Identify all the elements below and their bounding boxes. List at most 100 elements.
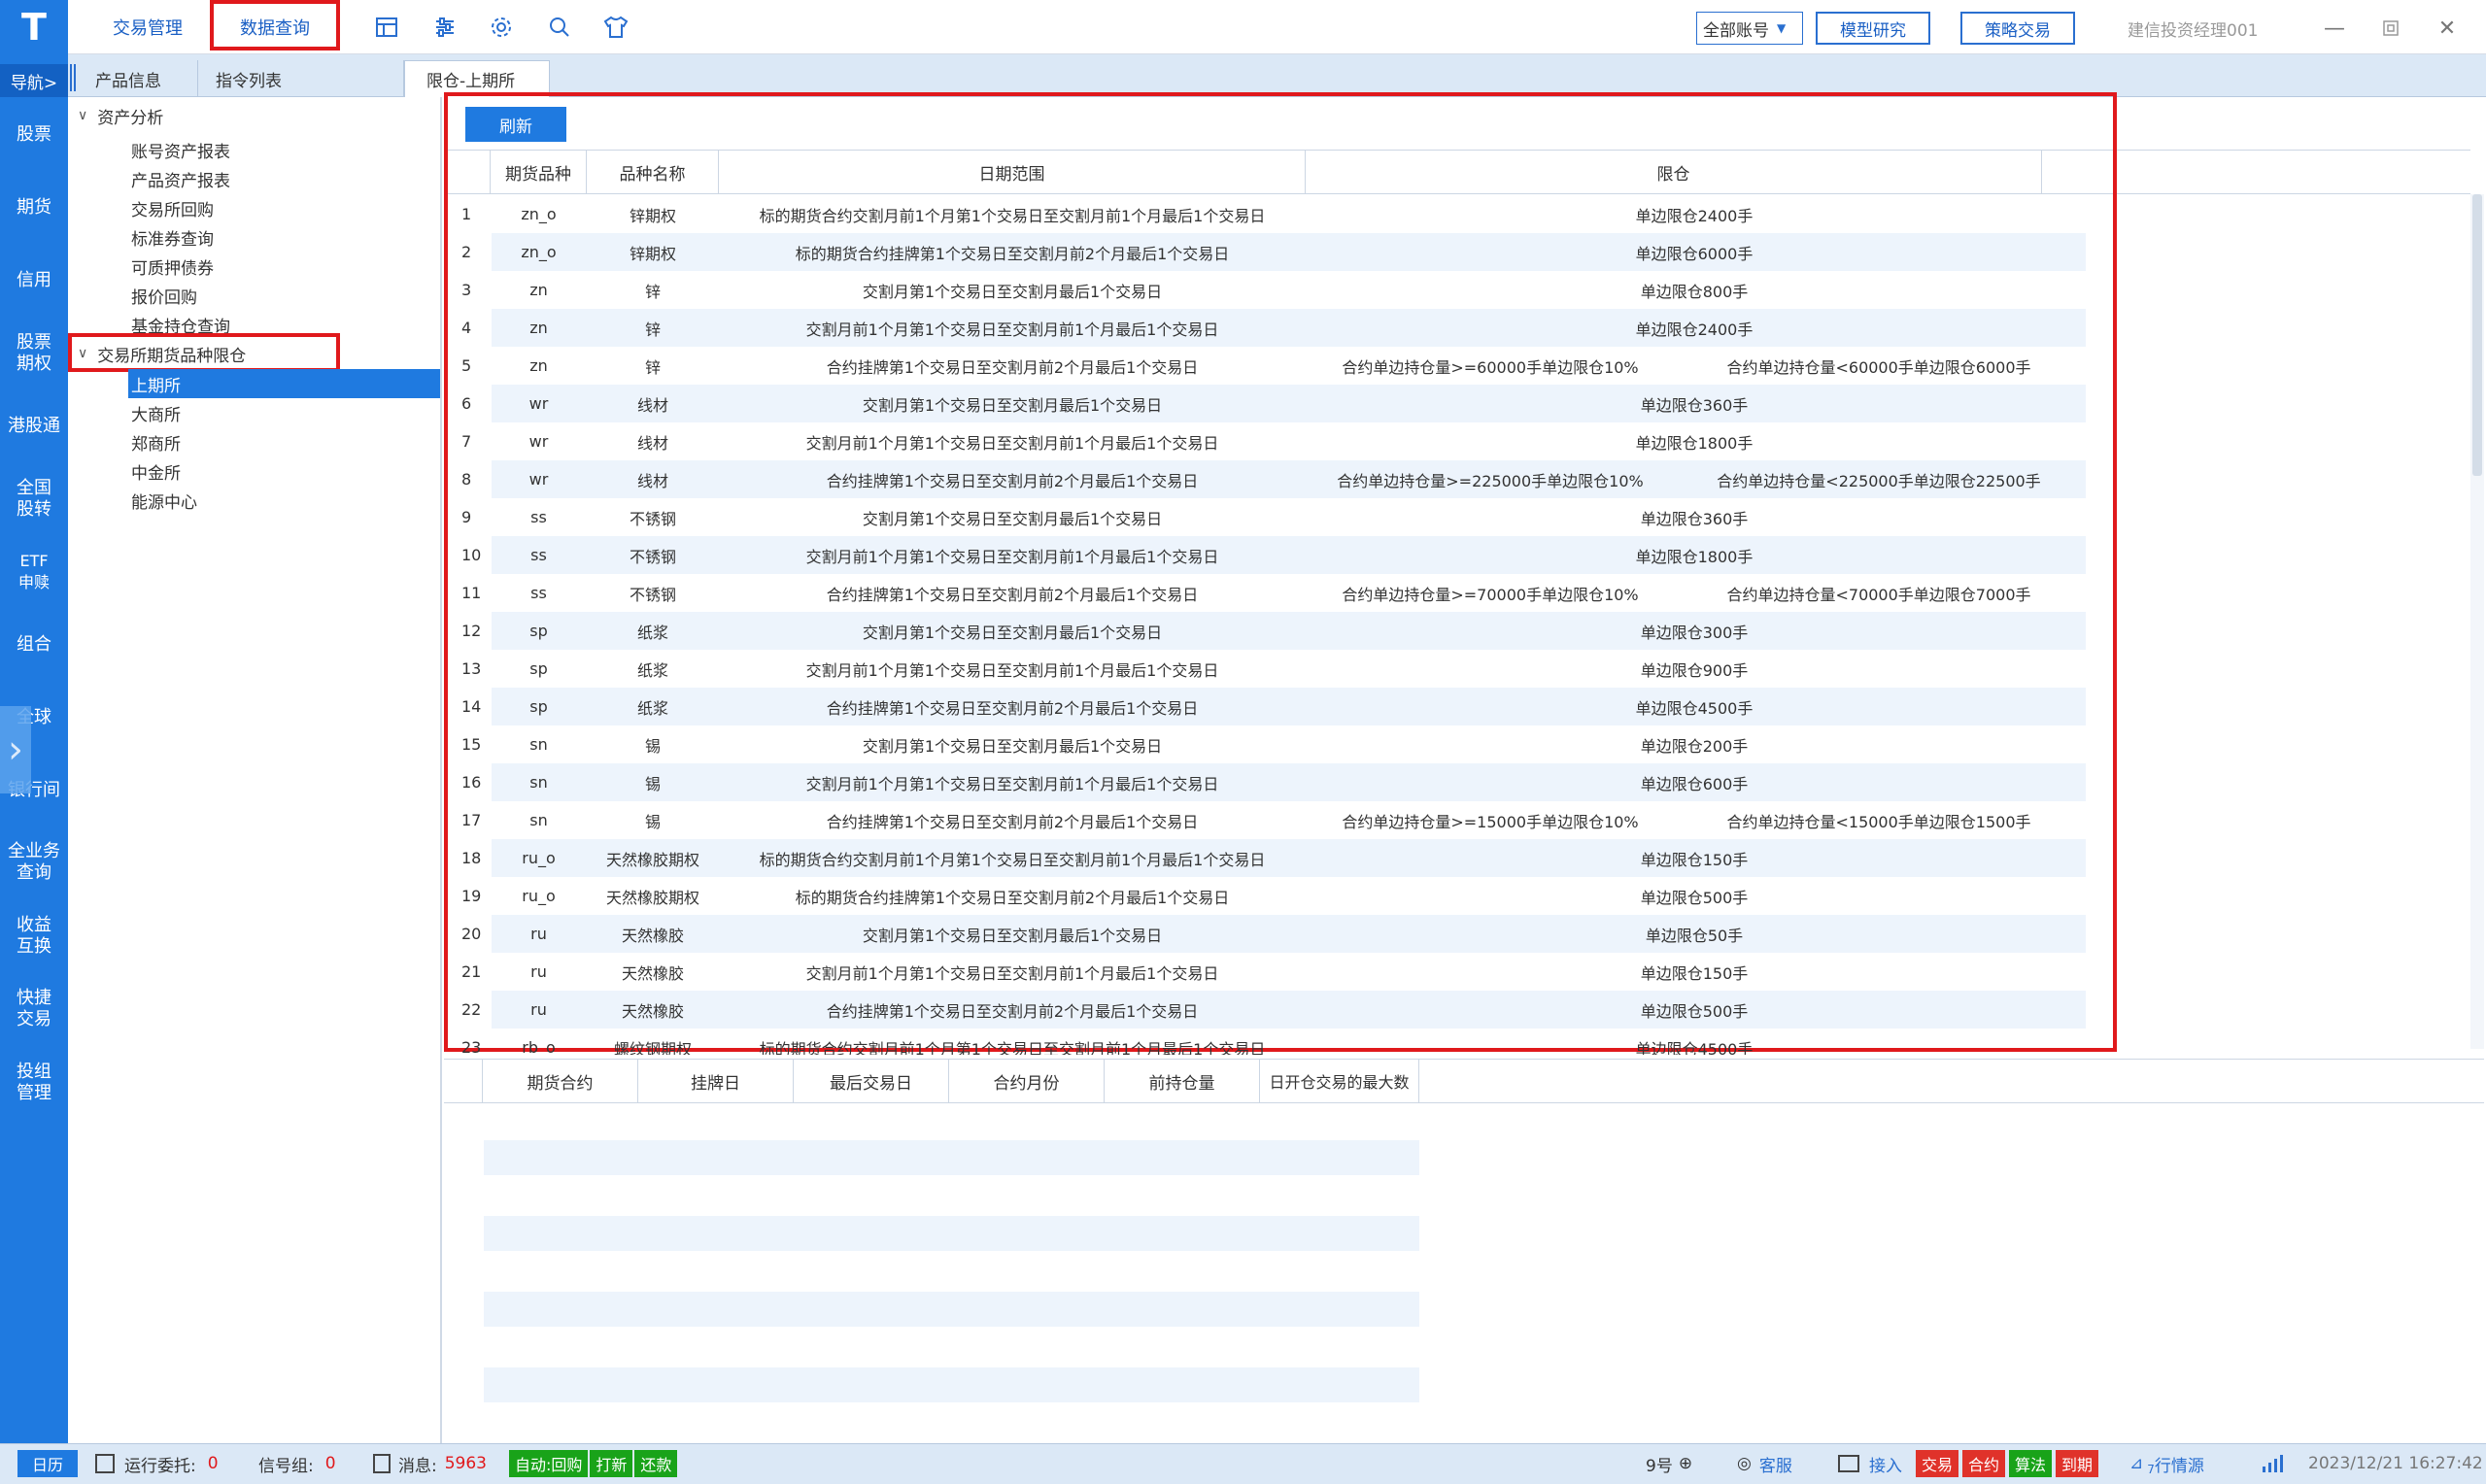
tab-product-info[interactable]: 产品信息 xyxy=(74,60,198,97)
table-row[interactable]: 9 ss 不锈钢 交割月第1个交易日至交割月最后1个交易日 单边限仓360手 xyxy=(448,498,2119,536)
tree-item[interactable]: 郑商所 xyxy=(131,427,181,456)
table-row[interactable]: 5 zn 锌合约挂牌第1个交易日至交割月前2个月最后1个交易日 合约单边持仓量>=60… xyxy=(448,347,2119,385)
bottom-header-rownum xyxy=(444,1059,483,1103)
messages[interactable]: 消息: 5963 xyxy=(373,1443,487,1484)
layout-icon[interactable] xyxy=(371,12,402,43)
limit-cell: 单边限仓4500手 xyxy=(1635,698,1754,718)
nav-item-portfolio-mgmt[interactable]: 投组 管理 xyxy=(0,1062,68,1104)
tab-trade-management[interactable]: 交易管理 xyxy=(89,0,206,54)
scrollbar-thumb[interactable] xyxy=(2472,194,2482,476)
strategy-trade-button[interactable]: 策略交易 xyxy=(1960,12,2075,45)
nav-item-credit[interactable]: 信用 xyxy=(0,270,68,291)
running-orders[interactable]: 运行委托: 0 xyxy=(95,1443,219,1484)
bottom-header-contract[interactable]: 期货合约 xyxy=(483,1059,638,1103)
tree-item[interactable]: 报价回购 xyxy=(131,281,197,310)
table-row[interactable]: 19 ru_o 天然橡胶期权 标的期货合约挂牌第1个交易日至交割月前2个月最后1个交易… xyxy=(448,877,2119,915)
minimize-icon[interactable]: — xyxy=(2320,14,2349,43)
bottom-header-list-date[interactable]: 挂牌日 xyxy=(638,1059,794,1103)
bottom-header-contract-month[interactable]: 合约月份 xyxy=(949,1059,1105,1103)
calendar-button[interactable]: 日历 xyxy=(17,1450,78,1477)
zoom-control[interactable]: 9号 ⊕ xyxy=(1646,1443,1692,1484)
sliders-icon[interactable] xyxy=(429,12,460,43)
gear-icon[interactable] xyxy=(486,12,517,43)
search-icon[interactable] xyxy=(544,12,575,43)
code-cell: sp xyxy=(529,659,548,678)
algo-tag[interactable]: 算法 xyxy=(2009,1450,2053,1477)
nav-item-all-query[interactable]: 全业务 查询 xyxy=(0,841,68,884)
tree-group-asset-analysis[interactable]: ∨ 资产分析 xyxy=(78,101,163,130)
tree-item[interactable]: 标准券查询 xyxy=(131,222,214,252)
date-range-cell: 交割月前1个月第1个交易日至交割月前1个月最后1个交易日 xyxy=(805,547,1219,566)
tree-item[interactable]: 能源中心 xyxy=(131,486,197,515)
nav-item-etf[interactable]: ETF 申赎 xyxy=(0,551,68,593)
table-row[interactable]: 3 zn 锌交割月第1个交易日至交割月最后1个交易日 单边限仓800手 xyxy=(448,271,2119,309)
account-select[interactable]: 全部账号 ▼ xyxy=(1696,12,1803,45)
nav-item-portfolio[interactable]: 组合 xyxy=(0,634,68,656)
table-row[interactable]: 13 sp 纸浆 交割月前1个月第1个交易日至交割月前1个月最后1个交易日 单边限仓90… xyxy=(448,650,2119,688)
limit-cell: 单边限仓6000手 xyxy=(1635,244,1754,263)
code-cell: zn xyxy=(529,356,548,375)
name-cell: 不锈钢 xyxy=(629,509,676,528)
table-row[interactable]: 4 zn 锌交割月前1个月第1个交易日至交割月前1个月最后1个交易日 单边限仓2400… xyxy=(448,309,2119,347)
message-count: 5963 xyxy=(444,1454,487,1473)
restore-icon[interactable] xyxy=(2376,14,2405,43)
table-row[interactable]: 23 rb_o 螺纹钢期权 标的期货合约交割月前1个月第1个交易日至交割月前1个月最后… xyxy=(448,1029,2119,1055)
bottom-header-max-open[interactable]: 日开仓交易的最大数 xyxy=(1260,1059,1419,1103)
name-cell: 锡 xyxy=(644,812,661,831)
table-row[interactable]: 7 wr 线材 交割月前1个月第1个交易日至交割月前1个月最后1个交易日 单边限仓180… xyxy=(448,422,2119,460)
repay-tag[interactable]: 还款 xyxy=(634,1450,678,1477)
nav-item-stock[interactable]: 股票 xyxy=(0,124,68,146)
tree-item[interactable]: 可质押债券 xyxy=(131,252,214,281)
tab-instruction-list[interactable]: 指令列表 xyxy=(194,60,404,97)
table-row[interactable]: 11 ss 不锈钢 合约挂牌第1个交易日至交割月前2个月最后1个交易日 合约单边持仓量>… xyxy=(448,574,2119,612)
table-row[interactable]: 2 zn_o 锌期权 标的期货合约挂牌第1个交易日至交割月前2个月最后1个交易日 单边限… xyxy=(448,233,2119,271)
bottom-header-last-trade-date[interactable]: 最后交易日 xyxy=(794,1059,949,1103)
nav-item-stock-options[interactable]: 股票 期权 xyxy=(0,332,68,375)
table-row[interactable]: 15 sn 锡交割月第1个交易日至交割月最后1个交易日 单边限仓200手 xyxy=(448,725,2119,763)
signal-strength-icon xyxy=(2262,1443,2283,1484)
table-row[interactable]: 22 ru 天然橡胶 合约挂牌第1个交易日至交割月前2个月最后1个交易日 单边限仓500… xyxy=(448,991,2119,1029)
tree-item-shfe[interactable]: 上期所 xyxy=(128,369,440,398)
tree-item[interactable]: 中金所 xyxy=(131,456,181,486)
expire-tag[interactable]: 到期 xyxy=(2056,1450,2099,1477)
name-cell: 锡 xyxy=(644,774,661,793)
table-row[interactable]: 20 ru 天然橡胶 交割月第1个交易日至交割月最后1个交易日 单边限仓50手 xyxy=(448,915,2119,953)
model-research-button[interactable]: 模型研究 xyxy=(1816,12,1930,45)
shirt-icon[interactable] xyxy=(600,12,631,43)
tree-item[interactable]: 交易所回购 xyxy=(131,193,214,222)
table-row[interactable]: 16 sn 锡交割月前1个月第1个交易日至交割月前1个月最后1个交易日 单边限仓600… xyxy=(448,763,2119,801)
nav-item-neeq[interactable]: 全国 股转 xyxy=(0,478,68,521)
chevron-right-icon[interactable]: › xyxy=(0,706,31,793)
nav-item-quick-trade[interactable]: 快捷 交易 xyxy=(0,988,68,1030)
table-row[interactable]: 8 wr 线材 合约挂牌第1个交易日至交割月前2个月最后1个交易日 合约单边持仓量>=2… xyxy=(448,460,2119,498)
tree-item[interactable]: 账号资产报表 xyxy=(131,135,230,164)
nav-toggle[interactable]: 导航> xyxy=(0,64,68,97)
table-row[interactable]: 10 ss 不锈钢 交割月前1个月第1个交易日至交割月前1个月最后1个交易日 单边限仓1… xyxy=(448,536,2119,574)
limit-cell: 单边限仓150手 xyxy=(1640,850,1749,869)
user-name: 建信投资经理001 xyxy=(2128,20,2259,41)
table-row[interactable]: 18 ru_o 天然橡胶期权 标的期货合约交割月前1个月第1个交易日至交割月前1个月最… xyxy=(448,839,2119,877)
quote-source[interactable]: ⊿ 7 行情源 xyxy=(2129,1443,2204,1484)
ipo-tag[interactable]: 打新 xyxy=(590,1450,633,1477)
table-row[interactable]: 1 zn_o 锌期权 标的期货合约交割月前1个月第1个交易日至交割月前1个月最后1个交… xyxy=(448,195,2119,233)
table-row[interactable]: 14 sp 纸浆 合约挂牌第1个交易日至交割月前2个月最后1个交易日 单边限仓4500手 xyxy=(448,688,2119,725)
table-row[interactable]: 6 wr 线材 交割月第1个交易日至交割月最后1个交易日 单边限仓360手 xyxy=(448,385,2119,422)
trade-tag[interactable]: 交易 xyxy=(1916,1450,1959,1477)
table-row[interactable]: 21 ru 天然橡胶 交割月前1个月第1个交易日至交割月前1个月最后1个交易日 单边限仓… xyxy=(448,953,2119,991)
auto-repo-tag[interactable]: 自动:回购 xyxy=(509,1450,589,1477)
access[interactable]: 接入 xyxy=(1838,1443,1902,1484)
bottom-grid-row xyxy=(484,1216,1419,1251)
bottom-header-prev-oi[interactable]: 前持仓量 xyxy=(1105,1059,1260,1103)
nav-item-hk-connect[interactable]: 港股通 xyxy=(0,416,68,437)
signal-group[interactable]: 信号组: 0 xyxy=(258,1443,336,1484)
tree-item[interactable]: 大商所 xyxy=(131,398,181,427)
nav-item-futures[interactable]: 期货 xyxy=(0,197,68,219)
table-row[interactable]: 17 sn 锡合约挂牌第1个交易日至交割月前2个月最后1个交易日 合约单边持仓量>=1… xyxy=(448,801,2119,839)
limit-cell: 合约单边持仓量>=60000手单边限仓10% xyxy=(1342,357,1639,377)
nav-item-swap[interactable]: 收益 互换 xyxy=(0,915,68,958)
table-row[interactable]: 12 sp 纸浆 交割月第1个交易日至交割月最后1个交易日 单边限仓300手 xyxy=(448,612,2119,650)
close-icon[interactable]: ✕ xyxy=(2433,14,2462,43)
customer-service[interactable]: ◎ 客服 xyxy=(1737,1443,1792,1484)
contract-tag[interactable]: 合约 xyxy=(1962,1450,2006,1477)
tree-item[interactable]: 产品资产报表 xyxy=(131,164,230,193)
